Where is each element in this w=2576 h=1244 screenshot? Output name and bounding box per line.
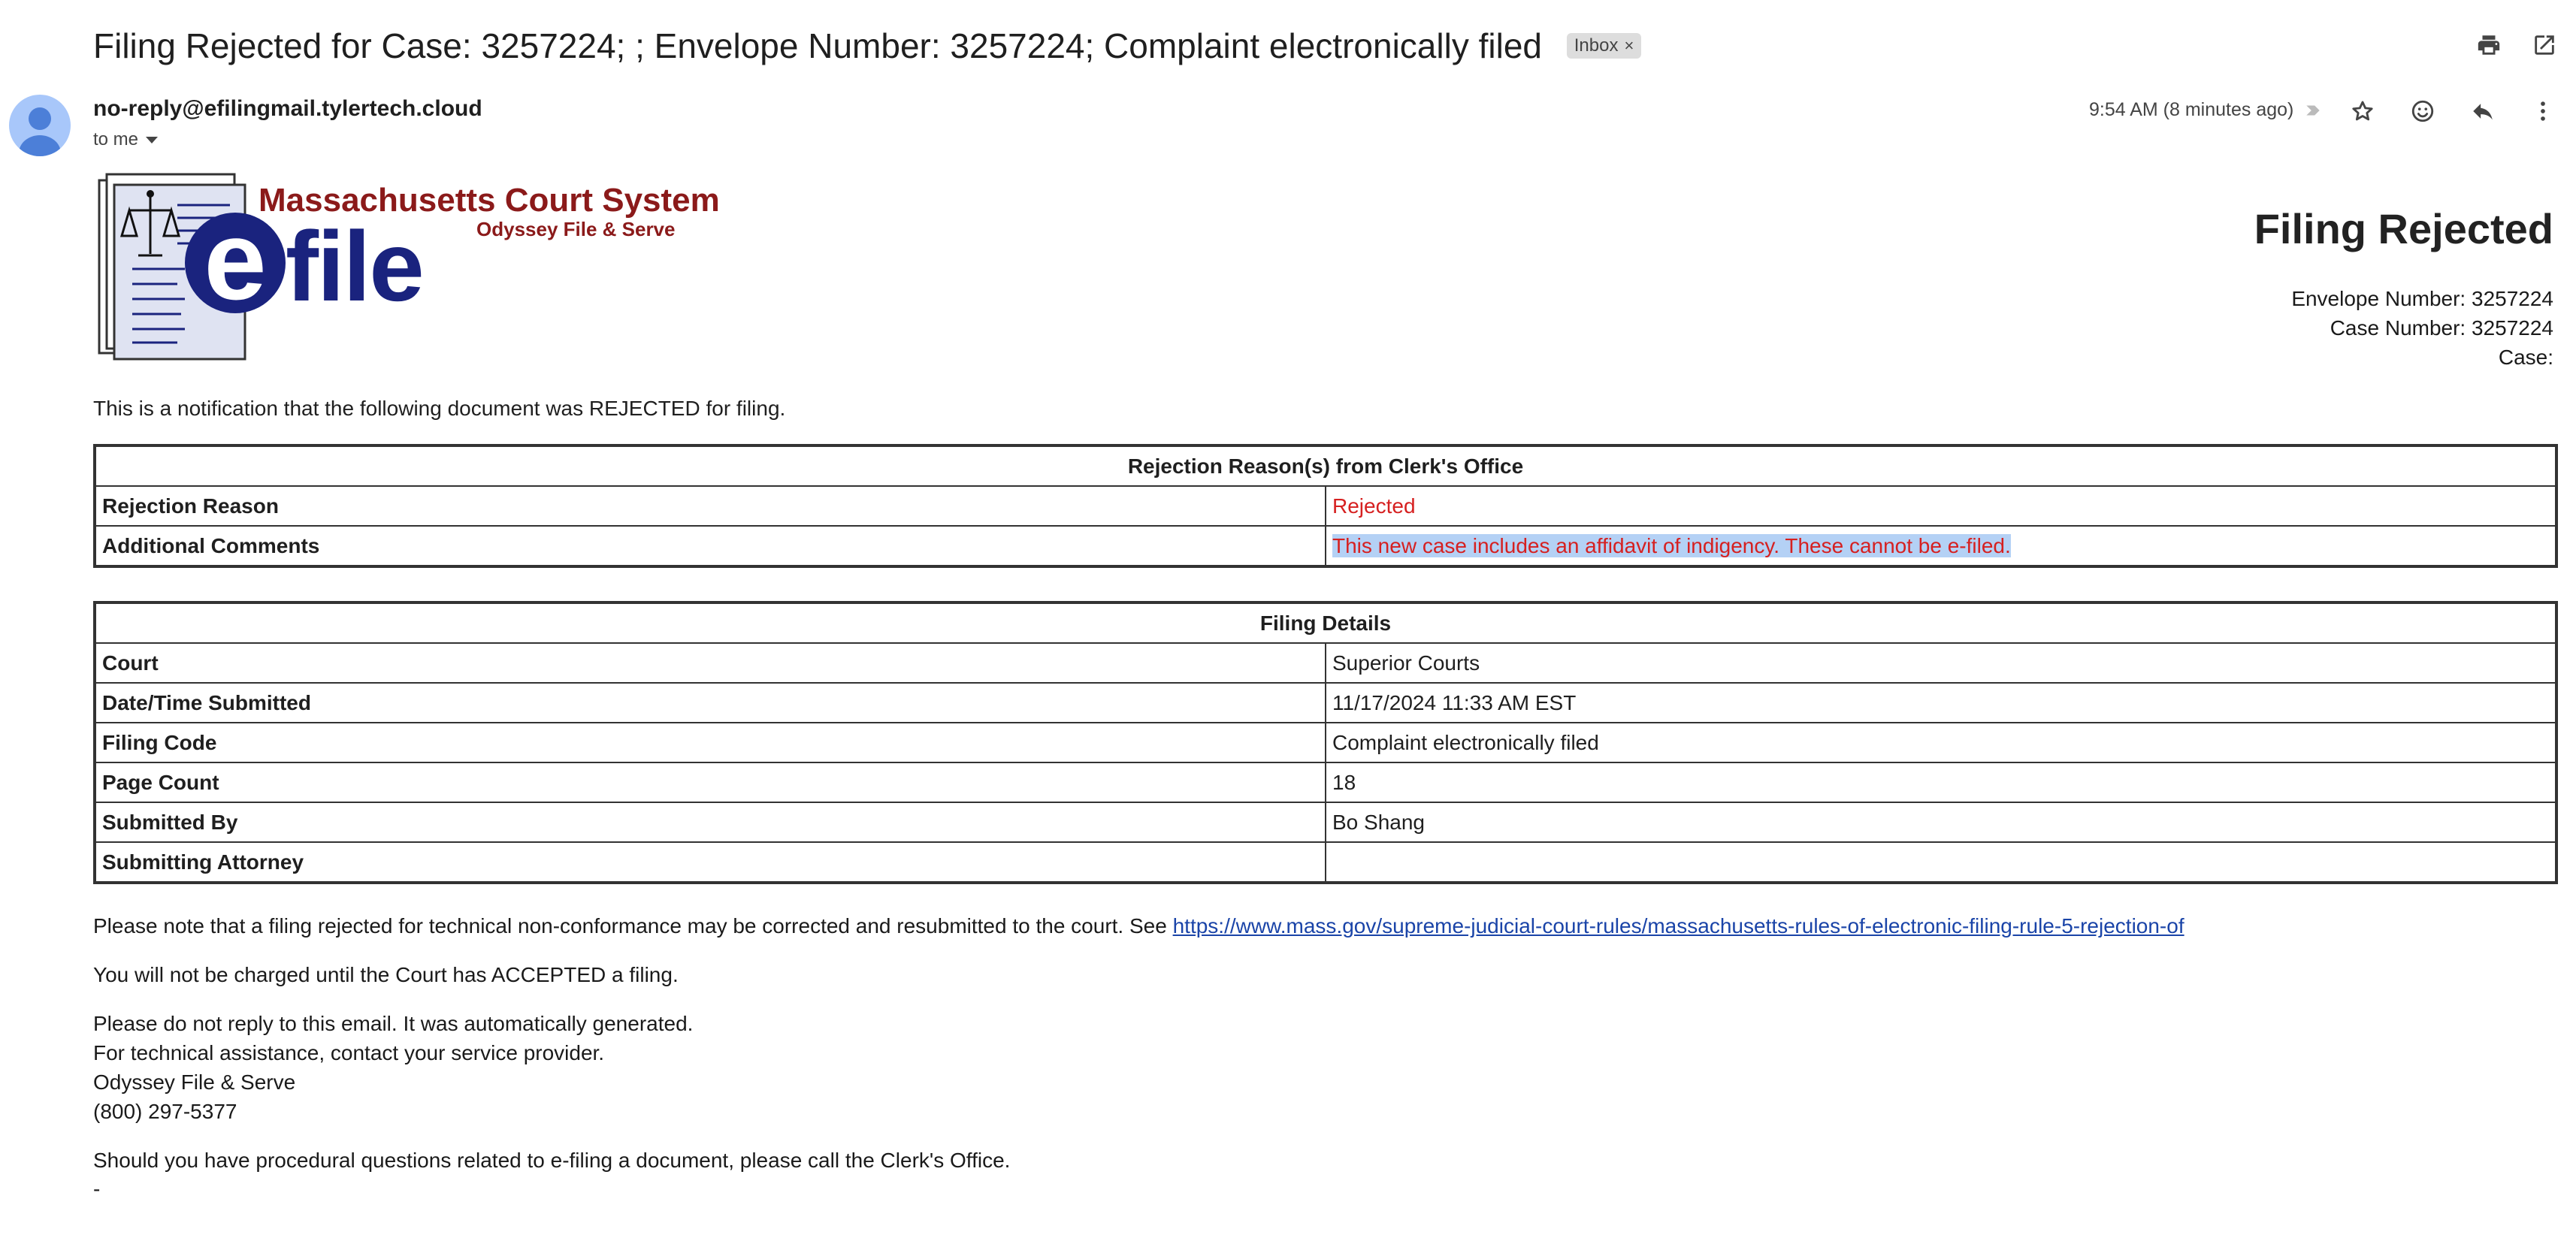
email-subject: Filing Rejected for Case: 3257224; ; Env… [93,23,1642,66]
inbox-label-chip[interactable]: Inbox × [1566,32,1642,59]
table-header-row: Filing Details [94,602,2557,644]
table-row: Rejection Reason Rejected [94,485,2557,527]
emoji-icon[interactable] [2405,93,2441,129]
table-row: Submitted By Bo Shang [94,802,2557,843]
email-timestamp: 9:54 AM (8 minutes ago) [2089,99,2323,121]
no-reply-note: Please do not reply to this email. It wa… [93,1012,694,1035]
procedural-note: Should you have procedural questions rel… [93,1149,1011,1172]
filing-details-table: Filing Details Court Superior Courts Dat… [93,601,2558,884]
filing-code-label: Filing Code [94,722,1326,763]
signature-dash: - [93,1177,101,1200]
table-row: Filing Code Complaint electronically fil… [94,722,2557,763]
charge-note: You will not be charged until the Court … [93,963,679,986]
reply-icon[interactable] [2465,93,2501,129]
resubmit-note: Please note that a filing rejected for t… [93,914,2184,938]
chevron-down-icon [146,137,159,144]
tech-assistance-note: For technical assistance, contact your s… [93,1041,605,1064]
rule-link[interactable]: https://www.mass.gov/supreme-judicial-co… [1173,914,2184,938]
filing-details-header: Filing Details [94,602,2557,644]
efile-e-letter: e [204,197,267,323]
page-count-value: 18 [1325,762,2557,803]
table-row: Date/Time Submitted 11/17/2024 11:33 AM … [94,682,2557,723]
case-number: Case Number: 3257224 [2330,316,2553,340]
court-value: Superior Courts [1325,642,2557,684]
table-row: Submitting Attorney [94,841,2557,883]
print-icon[interactable] [2471,27,2507,63]
subject-text: Filing Rejected for Case: 3257224; ; Env… [93,26,1542,65]
default-avatar-icon [19,107,61,156]
efile-e-badge: e [185,204,286,316]
filing-rejected-heading: Filing Rejected [2254,205,2553,252]
rejection-reason-value: Rejected [1325,485,2557,527]
recipient-label: to me [93,129,139,149]
filing-code-value: Complaint electronically filed [1325,722,2557,763]
efile-wordmark: file [286,211,425,322]
court-label: Court [94,642,1326,684]
additional-comments-label: Additional Comments [94,525,1326,567]
sender-email[interactable]: no-reply@efilingmail.tylertech.cloud [93,96,482,122]
submitting-attorney-label: Submitting Attorney [94,841,1326,883]
resubmit-note-text: Please note that a filing rejected for t… [93,914,1173,938]
additional-comments-value: This new case includes an affidavit of i… [1332,533,2011,557]
remove-label-icon[interactable]: × [1624,36,1634,55]
intro-text: This is a notification that the followin… [93,397,786,420]
rejection-table-header: Rejection Reason(s) from Clerk's Office [94,445,2557,487]
date-submitted-label: Date/Time Submitted [94,682,1326,723]
rejection-reasons-table: Rejection Reason(s) from Clerk's Office … [93,444,2558,568]
page-count-label: Page Count [94,762,1326,803]
table-row: Additional Comments This new case includ… [94,525,2557,567]
submitted-by-label: Submitted By [94,802,1326,843]
more-vert-icon[interactable] [2525,93,2561,129]
rejection-reason-label: Rejection Reason [94,485,1326,527]
submitted-by-value: Bo Shang [1325,802,2557,843]
open-in-new-window-icon[interactable] [2526,27,2562,63]
table-row: Page Count 18 [94,762,2557,803]
date-submitted-value: 11/17/2024 11:33 AM EST [1325,682,2557,723]
submitting-attorney-value [1325,841,2557,883]
envelope-number: Envelope Number: 3257224 [2291,287,2553,310]
provider-phone: (800) 297-5377 [93,1100,237,1123]
logo-subtitle: Odyssey File & Serve [476,218,676,240]
label-importance-icon[interactable] [2303,101,2323,120]
inbox-label: Inbox [1574,35,1619,56]
efile-logo: Massachusetts Court System Odyssey File … [95,171,720,363]
provider-name: Odyssey File & Serve [93,1070,296,1094]
table-header-row: Rejection Reason(s) from Clerk's Office [94,445,2557,487]
table-row: Court Superior Courts [94,642,2557,684]
case-line: Case: [2498,346,2553,369]
recipient-details-toggle[interactable]: to me [93,129,159,150]
star-icon[interactable] [2345,93,2381,129]
sender-avatar[interactable] [9,95,71,156]
timestamp-text: 9:54 AM (8 minutes ago) [2089,99,2294,120]
